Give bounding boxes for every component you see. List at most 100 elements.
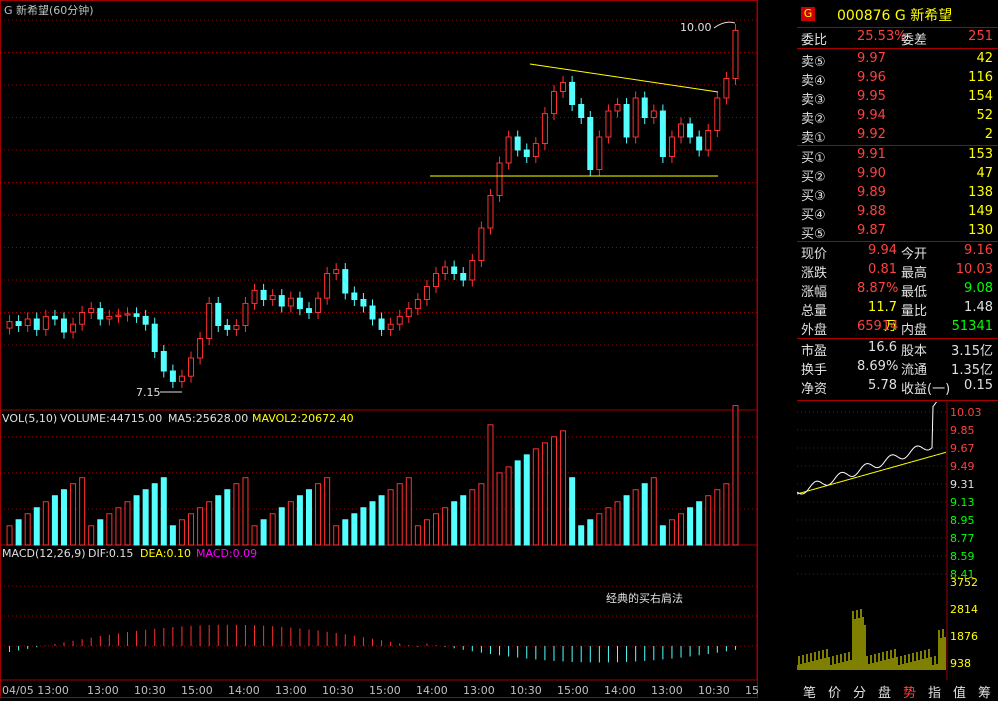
volume-bar	[687, 507, 694, 546]
stat-value: 65914	[857, 319, 899, 334]
mini-price-label: 8.95	[950, 514, 975, 527]
fund-value: 16.6	[868, 340, 897, 355]
fund-value: 8.69%	[857, 359, 899, 374]
volume-bar	[605, 507, 612, 546]
candle-body	[160, 351, 167, 372]
sell-volume: 116	[968, 70, 993, 85]
candle-body	[523, 149, 530, 157]
mini-price-label: 9.85	[950, 424, 975, 437]
chart-title: G 新希望(60分钟)	[4, 3, 94, 17]
candle-body	[88, 308, 95, 314]
stat-value: 8.87%	[857, 281, 899, 296]
bottom-tab[interactable]: 势	[903, 682, 916, 701]
candle-body	[532, 143, 539, 157]
buy-volume: 149	[968, 204, 993, 219]
volume-bar	[60, 489, 67, 546]
volume-bar	[668, 519, 675, 546]
volume-bar	[505, 466, 512, 546]
time-axis-label: 13:00	[87, 684, 119, 697]
volume-bar	[296, 495, 303, 546]
bottom-tab[interactable]: 盘	[878, 682, 891, 701]
buy-label: 买③	[801, 189, 826, 204]
sell-label: 卖②	[801, 112, 826, 127]
sell-label: 卖③	[801, 93, 826, 108]
candle-body	[224, 325, 231, 330]
candle-body	[233, 325, 240, 330]
candle-body	[414, 299, 421, 310]
bottom-tab[interactable]: 笔	[803, 682, 816, 701]
candle-body	[423, 286, 430, 300]
time-axis-label: 10:30	[698, 684, 730, 697]
candle-body	[596, 136, 603, 170]
candle-body	[605, 110, 612, 138]
fund-value: 5.78	[868, 378, 897, 393]
candle-body	[133, 313, 140, 317]
bottom-tab[interactable]: 价	[828, 682, 841, 701]
volume-bar	[496, 472, 503, 546]
bottom-tab[interactable]: 筹	[978, 682, 991, 701]
candle-body	[188, 357, 195, 377]
candle-body	[587, 117, 594, 170]
candle-body	[668, 136, 675, 157]
fund-value2: 0.15	[964, 378, 993, 393]
candle-body	[369, 305, 376, 320]
bottom-tab[interactable]: 分	[853, 682, 866, 701]
vol-ma5: MA5:25628.00	[168, 412, 248, 425]
volume-bar	[514, 460, 521, 546]
buy-price: 9.89	[857, 185, 886, 200]
divider	[797, 241, 998, 242]
mini-vol-label: 1876	[950, 630, 978, 643]
bottom-tab[interactable]: 值	[953, 682, 966, 701]
time-axis-label: 10:30	[322, 684, 354, 697]
candle-body	[342, 269, 349, 294]
volume-bar	[723, 483, 730, 546]
volume-bar	[6, 525, 13, 546]
volume-bar	[433, 513, 440, 546]
volume-bar	[387, 489, 394, 546]
volume-bar	[532, 448, 539, 546]
candle-body	[460, 273, 467, 281]
candle-body	[569, 81, 576, 106]
candle-body	[6, 321, 13, 329]
time-axis-label: 15:00	[181, 684, 213, 697]
candle-body	[705, 130, 712, 151]
volume-bar	[705, 495, 712, 546]
candle-body	[251, 289, 258, 304]
volume-bar	[414, 525, 421, 546]
fund-value2: 3.15亿	[951, 344, 993, 359]
intraday-mini-chart[interactable]: 10.039.859.679.499.319.138.958.778.598.4…	[797, 402, 998, 680]
volume-bars	[6, 405, 739, 546]
buy-label: 买⑤	[801, 227, 826, 242]
fund-value2: 1.35亿	[951, 363, 993, 378]
fund-label2: 股本	[901, 344, 928, 359]
candle-body	[541, 113, 548, 144]
volume-bar	[714, 489, 721, 546]
fund-label: 换手	[801, 363, 828, 378]
candle-body	[15, 321, 22, 327]
mini-price-line	[797, 402, 938, 495]
mini-vol-label: 2814	[950, 603, 978, 616]
mini-price-label: 9.67	[950, 442, 975, 455]
candle-body	[659, 110, 666, 157]
buy-label: 买④	[801, 208, 826, 223]
candle-body	[142, 315, 149, 325]
volume-bar	[623, 495, 630, 546]
candle-body	[269, 295, 276, 301]
sell-price: 9.96	[857, 70, 886, 85]
macd-dif: DIF:0.15	[88, 547, 133, 560]
sell-volume: 2	[984, 127, 993, 142]
candle-body	[405, 308, 412, 317]
candle-body	[732, 29, 739, 79]
candle-body	[178, 375, 185, 382]
kline-chart-area[interactable]: 10.009.759.509.259.008.758.508.258.007.7…	[0, 0, 758, 698]
stat-value2: 1.48	[964, 300, 993, 315]
candle-body	[678, 123, 685, 138]
high-arrow	[713, 21, 736, 29]
candle-body	[505, 136, 512, 164]
stat-label2: 最高	[901, 266, 928, 281]
volume-bar	[659, 525, 666, 546]
volume-bar	[251, 525, 258, 546]
candle-body	[278, 295, 285, 307]
volume-bar	[696, 501, 703, 546]
bottom-tab[interactable]: 指	[928, 682, 941, 701]
